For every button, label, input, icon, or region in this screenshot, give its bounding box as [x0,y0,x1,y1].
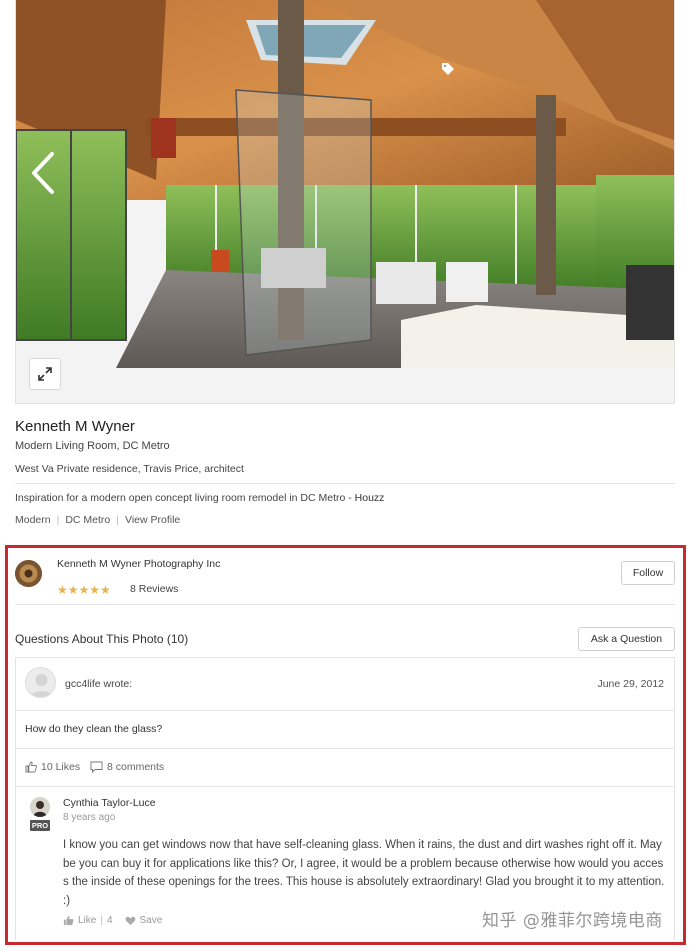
link-modern[interactable]: Modern [15,514,51,526]
likes-count: 10 Likes [41,761,81,773]
room-photo[interactable] [16,0,674,368]
photo-info: Kenneth M Wyner Modern Living Room, DC M… [15,418,675,526]
comment-time: 8 years ago [63,812,116,823]
question-date: June 29, 2012 [597,678,664,690]
reviews-link[interactable]: 8 Reviews [130,583,178,595]
inspiration-line: Inspiration for a modern open concept li… [15,492,675,504]
photo-subtitle: Modern Living Room, DC Metro [15,440,170,452]
pro-badge: PRO [30,820,50,831]
previous-photo-button[interactable] [28,148,58,198]
thumbs-up-icon [63,915,74,926]
comment-save-button[interactable]: Save [140,915,163,926]
watermark: 知乎 @雅菲尔跨境电商 [482,911,663,931]
link-dc-metro[interactable]: DC Metro [65,514,110,526]
pro-name[interactable]: Kenneth M Wyner Photography Inc [57,558,227,571]
expand-photo-button[interactable] [29,358,61,390]
divider [15,483,675,484]
rating-stars: ★★★★★ [57,583,111,597]
pro-avatar[interactable] [15,560,42,587]
chevron-left-icon [32,152,54,194]
photo-author[interactable]: Kenneth M Wyner [15,418,675,435]
photo-viewer [15,0,675,404]
inspiration-text: Inspiration for a modern open concept li… [15,492,346,504]
divider [16,710,674,711]
comment-icon [90,761,103,773]
questions-title: Questions About This Photo (10) [15,632,189,646]
link-view-profile[interactable]: View Profile [125,514,180,526]
thumbs-up-icon [25,761,37,773]
divider [16,786,674,787]
tag-links: Modern | DC Metro | View Profile [15,514,675,526]
follow-button[interactable]: Follow [621,561,675,585]
link-divider: | [56,514,60,526]
houzz-link[interactable]: Houzz [355,492,385,504]
commenter-name[interactable]: Cynthia Taylor-Luce [63,797,156,809]
commenter-avatar[interactable] [30,797,50,817]
comments-count: 8 comments [107,761,165,773]
photo-description: West Va Private residence, Travis Price,… [15,463,244,475]
user-avatar[interactable] [25,667,56,698]
likes-button[interactable]: 10 Likes [25,761,80,773]
divider [16,748,674,749]
divider [15,604,675,605]
expand-icon [38,367,52,381]
link-divider: | [116,514,120,526]
question-text: How do they clean the glass? [25,723,163,735]
tag-icon[interactable] [441,62,455,76]
question-author[interactable]: gcc4life wrote: [65,678,132,690]
comment-text: I know you can get windows now that have… [63,839,665,907]
inspiration-separator: - [345,492,355,504]
pro-header: Kenneth M Wyner Photography Inc ★★★★★ 8 … [15,558,675,604]
comment-like-count: 4 [106,915,113,926]
like-divider: | [100,915,103,926]
ask-question-button[interactable]: Ask a Question [578,627,675,651]
comment-actions: Like | 4 Save [63,915,162,926]
heart-icon [125,916,135,926]
comments-button[interactable]: 8 comments [90,761,164,773]
comment-like-button[interactable]: Like [78,915,96,926]
